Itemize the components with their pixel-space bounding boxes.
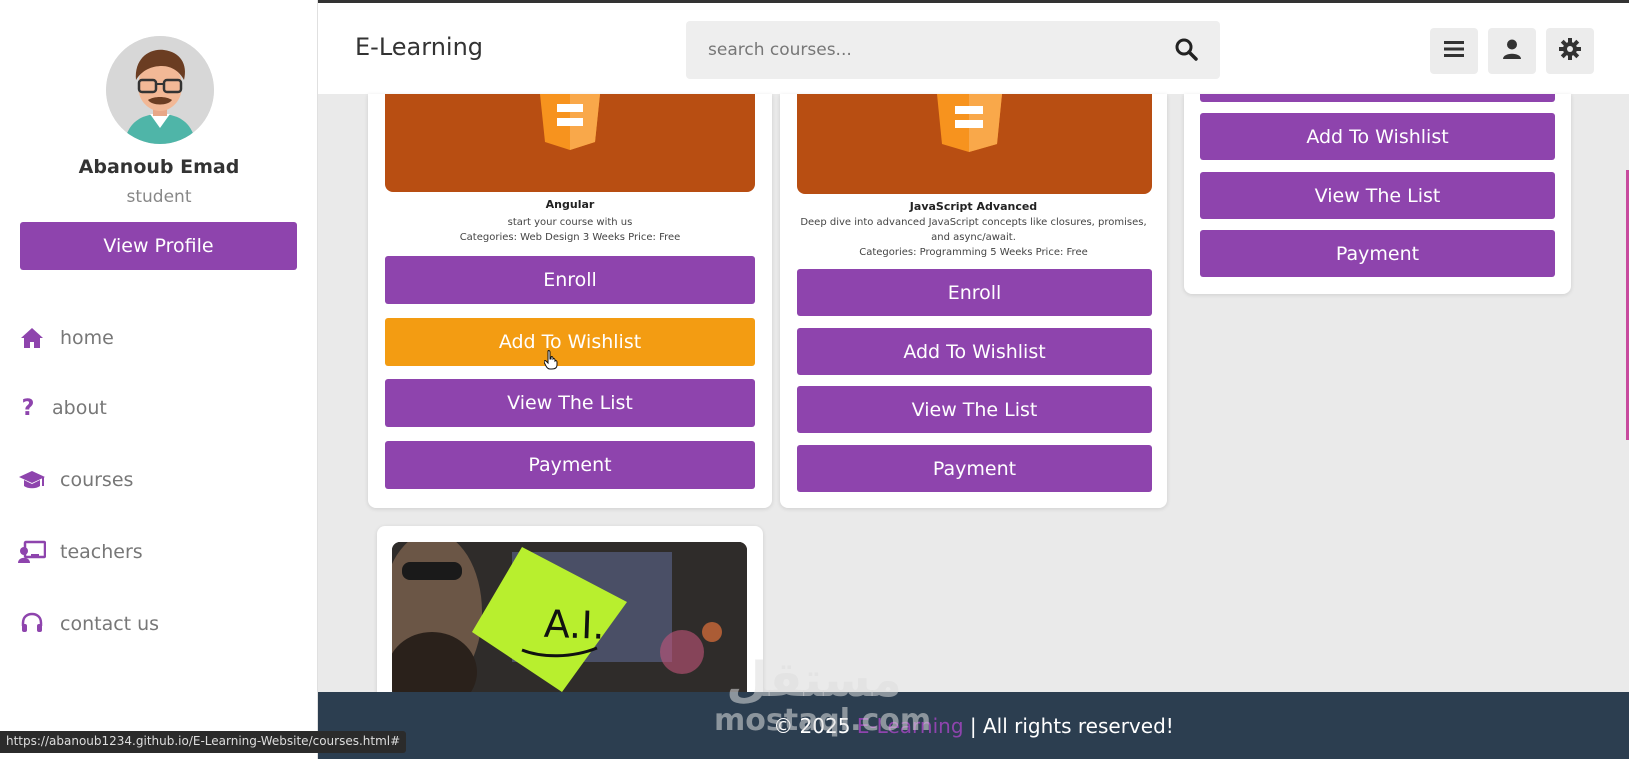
home-icon <box>18 324 46 352</box>
course-meta: Categories: Programming 5 Weeks Price: F… <box>859 247 1088 258</box>
sidebar-item-label: contact us <box>60 613 160 635</box>
footer-brand[interactable]: E-Learning <box>857 714 964 738</box>
search-icon[interactable] <box>1174 37 1200 63</box>
payment-button[interactable]: Payment <box>797 445 1152 492</box>
sidebar-item-label: about <box>52 397 107 419</box>
course-description: start your course with us <box>507 217 633 228</box>
add-to-wishlist-button[interactable]: Add To Wishlist <box>385 318 755 366</box>
enroll-button[interactable]: Enroll <box>797 269 1152 316</box>
headset-icon <box>18 610 46 638</box>
graduation-cap-icon <box>18 466 46 494</box>
footer-rights: | All rights reserved! <box>969 713 1174 738</box>
payment-button[interactable]: Payment <box>385 441 755 489</box>
hand-cursor-icon <box>544 350 558 370</box>
course-meta: Categories: Web Design 3 Weeks Price: Fr… <box>459 232 681 243</box>
course-title: JavaScript Advanced <box>909 200 1038 213</box>
user-name: Abanoub Emad <box>78 156 240 178</box>
sidebar-item-label: teachers <box>60 541 143 563</box>
payment-button[interactable]: Payment <box>1200 230 1555 277</box>
sidebar: Abanoub Emad student View Profile home ?… <box>0 0 318 759</box>
sidebar-item-contact[interactable]: contact us <box>18 606 159 642</box>
footer-copyright: © 2025 <box>773 713 851 738</box>
course-card-partial: Add To Wishlist View The List Payment <box>1184 94 1571 294</box>
search-bar <box>686 21 1220 79</box>
view-the-list-button[interactable]: View The List <box>1200 172 1555 219</box>
top-header: E-Learning <box>318 0 1629 94</box>
sidebar-item-label: courses <box>60 469 134 491</box>
sidebar-item-teachers[interactable]: teachers <box>18 534 143 570</box>
course-thumbnail[interactable]: A.I. <box>392 542 747 702</box>
view-the-list-button[interactable]: View The List <box>385 379 755 427</box>
enroll-button[interactable]: Enroll <box>385 256 755 304</box>
add-to-wishlist-button[interactable]: Add To Wishlist <box>797 328 1152 375</box>
course-card-javascript-advanced: JavaScript Advanced Deep dive into advan… <box>780 94 1167 508</box>
html-shield-logo <box>540 94 600 150</box>
course-thumbnail[interactable] <box>797 94 1152 194</box>
add-to-wishlist-button[interactable]: Add To Wishlist <box>1200 113 1555 160</box>
sidebar-item-about[interactable]: ? about <box>14 390 107 426</box>
course-thumbnail[interactable] <box>385 94 755 192</box>
menu-icon <box>1444 41 1464 61</box>
course-title: Angular <box>545 198 595 211</box>
avatar[interactable] <box>106 36 214 144</box>
view-the-list-button[interactable]: View The List <box>797 386 1152 433</box>
status-bar-url: https://abanoub1234.github.io/E-Learning… <box>0 731 407 753</box>
gear-icon <box>1559 38 1581 64</box>
settings-button[interactable] <box>1546 28 1594 74</box>
page-footer: © 2025 E-Learning | All rights reserved! <box>318 692 1629 759</box>
menu-button[interactable] <box>1430 28 1478 74</box>
user-button[interactable] <box>1488 28 1536 74</box>
user-role: student <box>126 187 192 207</box>
course-description: Deep dive into advanced JavaScript conce… <box>800 217 1147 243</box>
avatar-illustration <box>106 36 214 144</box>
browser-viewport: Abanoub Emad student View Profile home ?… <box>0 0 1629 759</box>
search-input[interactable] <box>686 21 1156 79</box>
question-icon: ? <box>21 395 35 421</box>
enroll-button-clipped[interactable] <box>1200 94 1555 102</box>
ai-note-text: A.I. <box>543 602 605 648</box>
site-logo[interactable]: E-Learning <box>355 33 483 61</box>
user-icon <box>1502 39 1522 63</box>
sidebar-item-label: home <box>60 327 114 349</box>
view-profile-button[interactable]: View Profile <box>20 222 297 270</box>
course-card-angular: Angular start your course with us Catego… <box>368 94 772 508</box>
sidebar-item-courses[interactable]: courses <box>18 462 133 498</box>
chalkboard-teacher-icon <box>18 538 46 566</box>
sidebar-item-home[interactable]: home <box>18 320 114 356</box>
ai-sticky-note-image: A.I. <box>392 542 747 702</box>
js-shield-logo <box>937 94 1002 152</box>
